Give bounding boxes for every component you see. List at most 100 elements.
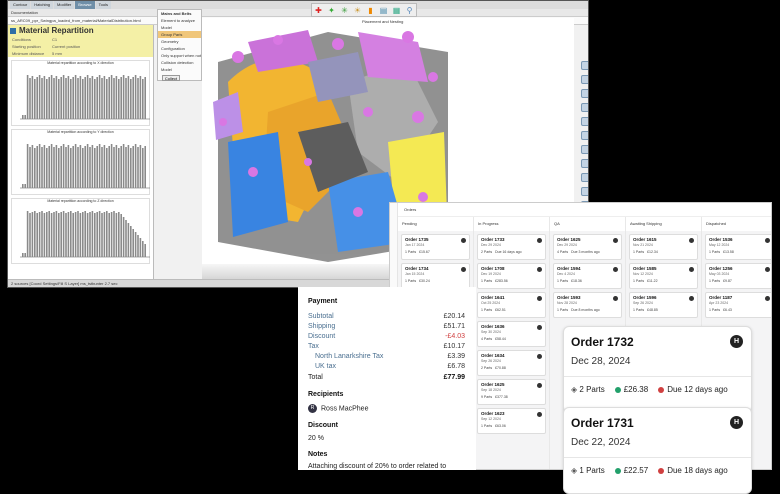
histogram-bar	[142, 241, 144, 257]
histogram-bar	[82, 212, 84, 257]
avatar: H	[730, 335, 743, 348]
option-item[interactable]: Model	[158, 24, 201, 31]
histogram-bar	[110, 144, 113, 188]
order-card[interactable]: Order 1634 Sep 26 2024 2 Parts £70.88	[477, 350, 546, 376]
collect-button[interactable]: Collect	[162, 75, 180, 81]
histogram-bar	[46, 79, 48, 119]
order-card[interactable]: Order 1733 Dec 29 2024 2 Parts Due 16 days …	[477, 234, 546, 260]
tab-tools[interactable]: Tools	[95, 1, 111, 9]
order-card[interactable]: Order 1636 Sep 30 2024 4 Parts £58.44	[477, 321, 546, 347]
cube-icon[interactable]	[580, 173, 588, 182]
column-header: QA	[550, 217, 625, 231]
tab-browse[interactable]: Browse	[75, 1, 95, 9]
payment-row-shipping: Shipping £51.71	[308, 323, 465, 330]
add-icon[interactable]: ✚	[313, 5, 324, 16]
histogram-bar	[125, 147, 127, 188]
order-card[interactable]: Order 1593 Nov 28 2024 1 Parts Due 8 months…	[553, 292, 622, 318]
order-meta: 1 Parts £9.87	[709, 279, 770, 283]
histogram-bar	[120, 77, 122, 119]
histogram-bar	[38, 212, 41, 257]
order-card[interactable]: Order 1734 Jan 15 2024 1 Parts £30.24	[401, 263, 470, 289]
star-icon[interactable]: ✳	[339, 5, 350, 16]
order-card[interactable]: Order 1641 Oct 25 2024 1 Parts £62.51	[477, 292, 546, 318]
order-column: In Progress Order 1733 Dec 29 2024 2 Parts D…	[474, 217, 550, 469]
histogram-bar	[139, 238, 142, 257]
pin-icon[interactable]: ⚲	[404, 5, 415, 16]
option-item[interactable]: Model	[158, 66, 201, 73]
option-checkbox[interactable]: Collision detection	[158, 59, 201, 66]
histogram-bar	[79, 213, 82, 257]
order-card[interactable]: Order 1623 Sep 12 2024 1 Parts £63.06	[477, 408, 546, 434]
order-meta: 1 Parts £11.22	[633, 279, 694, 283]
order-card[interactable]: Order 1708 Dec 19 2024 1 Parts £283.56	[477, 263, 546, 289]
rotate-icon[interactable]	[580, 75, 588, 84]
row-value: £77.99	[443, 374, 465, 381]
field-value[interactable]: C1	[52, 36, 57, 43]
pick-icon[interactable]: ✦	[326, 5, 337, 16]
order-card[interactable]: Order 1256 May 03 2024 1 Parts £9.87	[705, 263, 771, 289]
histogram-bar	[132, 229, 134, 257]
order-card[interactable]: Order 1594 Dec 4 2024 1 Parts £18.36	[553, 263, 622, 289]
measure-icon[interactable]	[580, 159, 588, 168]
documentation-row[interactable]: Documentation	[8, 9, 588, 17]
option-checkbox[interactable]: Only support when not set	[158, 52, 207, 59]
histogram-bar	[132, 146, 134, 188]
material-repartition-panel: Material Repartition Conditions C1 Starti…	[8, 25, 154, 281]
field-value[interactable]: 5 mm	[52, 50, 62, 57]
order-card-large[interactable]: Order 1732 Dec 28, 2024 H ◈ 2 Parts £26.…	[563, 326, 752, 413]
order-card[interactable]: Order 1536 May 12 2024 1 Parts £13.58	[705, 234, 771, 260]
option-item[interactable]: Configuration	[158, 45, 201, 52]
order-card[interactable]: Order 1735 Jan 17 2024 1 Parts £15.67	[401, 234, 470, 260]
order-id: Order 1625	[481, 382, 505, 387]
order-card[interactable]: Order 1585 Nov 12 2024 1 Parts £11.22	[629, 263, 698, 289]
histogram-bar	[134, 232, 137, 257]
order-card[interactable]: Order 1615 Nov 21 2024 1 Parts £12.34	[629, 234, 698, 260]
option-item[interactable]: Geometry	[158, 38, 201, 45]
histogram-bar	[58, 148, 60, 188]
parts-count: 1 Parts	[481, 308, 493, 312]
histogram-bar	[74, 212, 77, 257]
order-card-large[interactable]: Order 1731 Dec 22, 2024 H ◈ 1 Parts £22.…	[563, 407, 752, 494]
zoom-icon[interactable]	[580, 103, 588, 112]
move-icon[interactable]	[580, 89, 588, 98]
camera-icon[interactable]	[580, 187, 588, 196]
payment-row-subtotal: Subtotal £20.14	[308, 313, 465, 320]
histogram-bar	[58, 213, 60, 257]
order-meta: 1 Parts £13.58	[709, 250, 770, 254]
order-card[interactable]: Order 1187 Apr 23 2024 1 Parts £6.43	[705, 292, 771, 318]
histogram-bar	[58, 79, 60, 119]
histogram-bar	[77, 78, 79, 119]
histogram-bar	[46, 212, 48, 257]
view-icon[interactable]	[580, 131, 588, 140]
order-date: Sep 18 2024	[481, 388, 501, 392]
recipient[interactable]: R Ross MacPhee	[308, 404, 368, 413]
field-value[interactable]: Current position	[52, 43, 80, 50]
parts-count: 1 Parts	[481, 424, 493, 428]
grid-icon[interactable]: ▦	[391, 5, 402, 16]
option-item[interactable]: Element to analyze	[158, 17, 201, 24]
option-item-selected[interactable]: Group Paris	[158, 31, 201, 38]
histogram-bar	[130, 148, 132, 188]
select-icon[interactable]	[580, 61, 588, 70]
app-tab-bar: Contour Hatching Modifier Browse Tools	[8, 1, 588, 9]
avatar: H	[730, 416, 743, 429]
histogram-bar	[96, 212, 98, 257]
tab-modifier[interactable]: Modifier	[54, 1, 75, 9]
histogram-bar	[79, 145, 82, 188]
order-card[interactable]: Order 1625 Dec 29 2024 4 Parts Due 3 months…	[553, 234, 622, 260]
order-card[interactable]: Order 1625 Sep 18 2024 9 Parts £377.38	[477, 379, 546, 405]
order-card[interactable]: Order 1596 Sep 26 2024 1 Parts £48.85	[629, 292, 698, 318]
histogram-bar	[137, 147, 139, 188]
histogram-bar	[48, 146, 50, 188]
sun-icon[interactable]: ☀	[352, 5, 363, 16]
layers-icon[interactable]: ▤	[378, 5, 389, 16]
due-dot-icon	[658, 467, 665, 474]
tab-hatching[interactable]: Hatching	[31, 1, 54, 9]
tab-contour[interactable]: Contour	[10, 1, 31, 9]
bars-icon[interactable]: ▮	[365, 5, 376, 16]
section-icon[interactable]	[580, 145, 588, 154]
histogram-bar	[65, 78, 67, 119]
fit-icon[interactable]	[580, 117, 588, 126]
chart-title: Material repartition according to Y dire…	[47, 130, 114, 134]
row-label: Subtotal	[308, 313, 334, 320]
